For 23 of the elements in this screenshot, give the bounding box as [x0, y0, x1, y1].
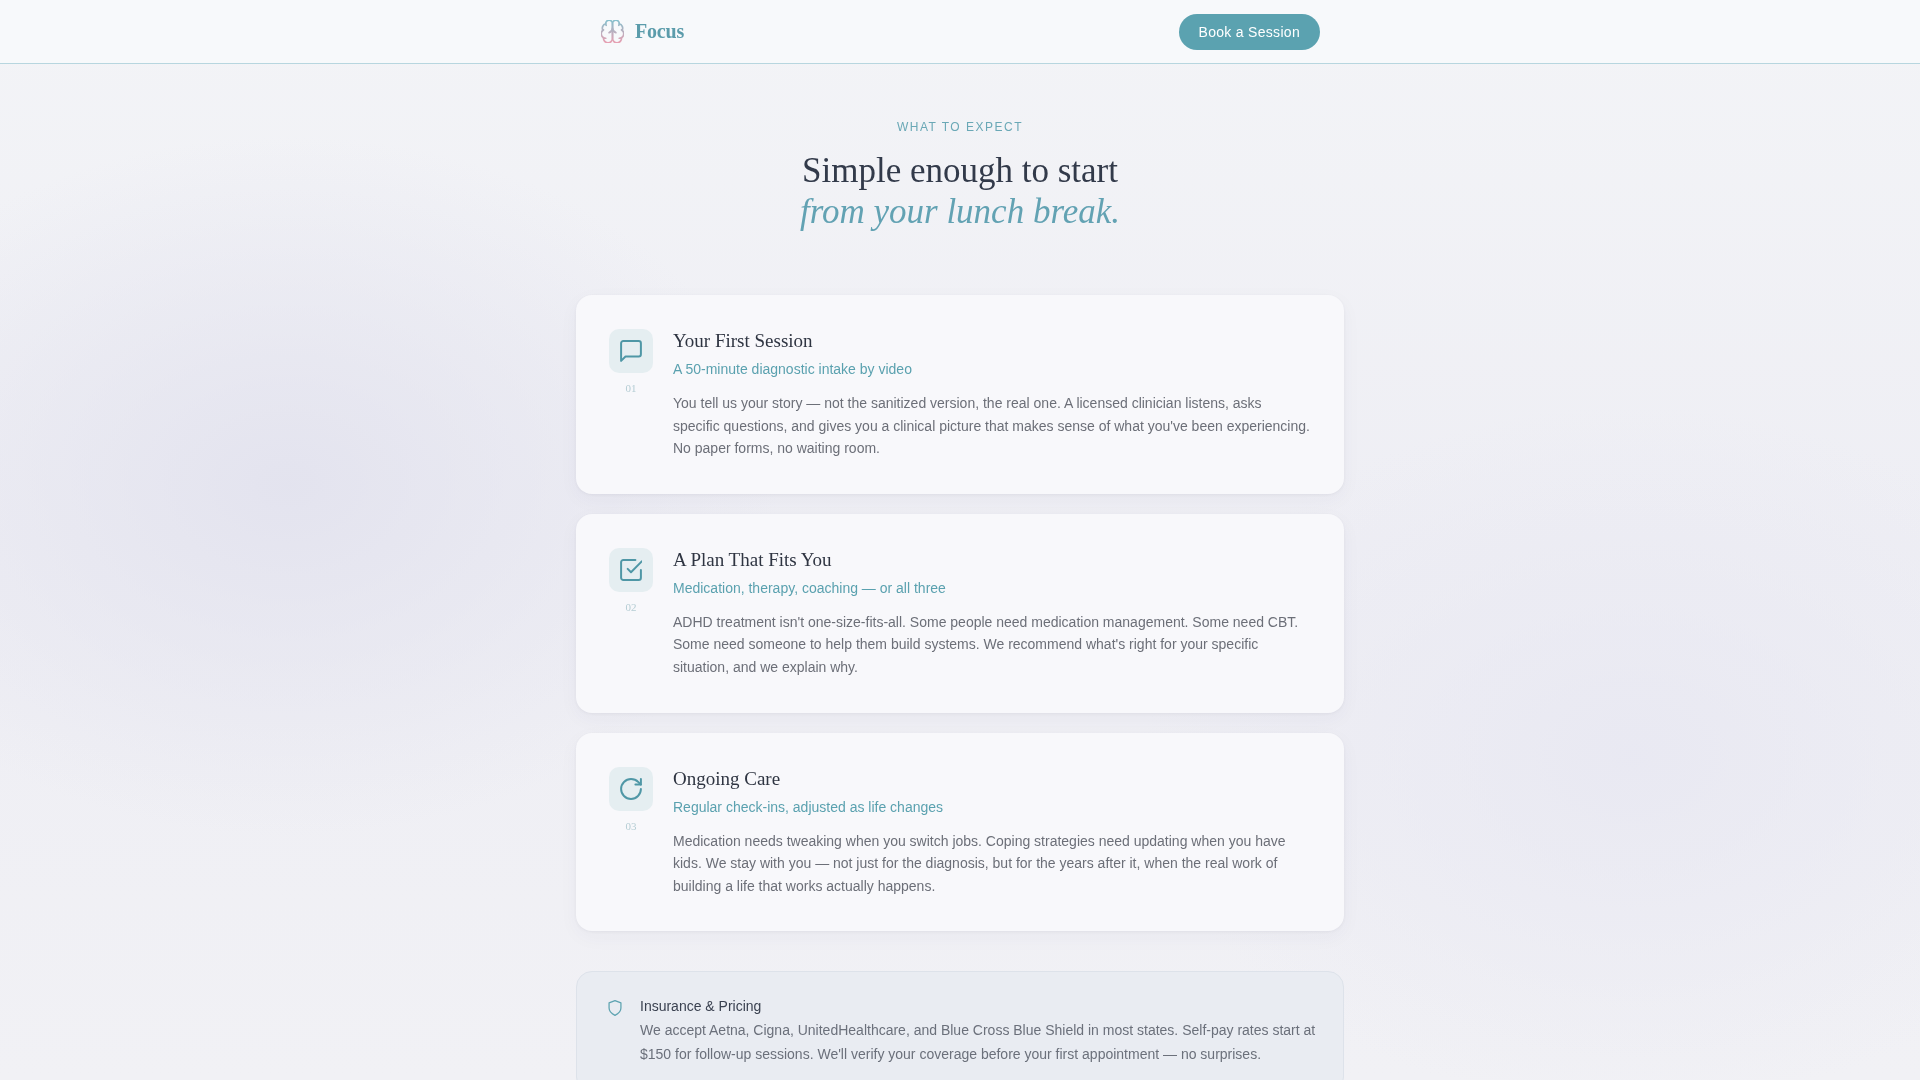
section-eyebrow: WHAT TO EXPECT: [896, 119, 1024, 135]
step-description: ADHD treatment isn't one-size-fits-all. Some people need medication management. Some need CBT. Some need someone to help them build systems. We recommend what's right for your specific situation, and we explain why.: [673, 612, 1300, 677]
step-title: Your First Session: [673, 329, 813, 353]
step-number: 02: [625, 599, 637, 614]
checkbox-icon: [609, 547, 653, 592]
step-description: You tell us your story — not the sanitized version, the real one. A licensed clinician listens, asks specific questions, and gives you a clinical picture that makes sense of what you've been experiencing. No paper forms, no waiting room.: [673, 394, 1310, 459]
step-description: Medication needs tweaking when you switch jobs. Coping strategies need updating when you have kids. We stay with you — not just for the diagnosis, but for the years after it, when the real work of building a life that works actually happens.: [673, 831, 1287, 896]
section-heading-accent: from your lunch break.: [799, 191, 1121, 232]
brain-icon: [601, 20, 624, 43]
step-subtitle: Regular check-ins, adjusted as life changes: [673, 797, 944, 817]
brand-name: Focus: [635, 20, 684, 43]
shield-icon: [608, 1000, 622, 1017]
insurance-title: Insurance & Pricing: [640, 997, 762, 1017]
step-subtitle: Medication, therapy, coaching — or all three: [673, 578, 946, 598]
step-title: Ongoing Care: [673, 766, 781, 791]
step-number: 01: [625, 381, 637, 395]
book-session-button[interactable]: Book a Session: [1178, 13, 1320, 50]
section-heading: Simple enough to start: [802, 150, 1118, 191]
step-number: 03: [625, 818, 637, 833]
speech-bubble-icon: [609, 329, 653, 373]
insurance-description: We accept Aetna, Cigna, UnitedHealthcare, and Blue Cross Blue Shield in most states. Self-pay rates start at $150 for follow-up sessions. We'll verify your coverage before your first appointment — no surprises.: [640, 1021, 1317, 1064]
step-title: A Plan That Fits You: [673, 547, 832, 572]
step-subtitle: A 50-minute diagnostic intake by video: [673, 360, 912, 379]
